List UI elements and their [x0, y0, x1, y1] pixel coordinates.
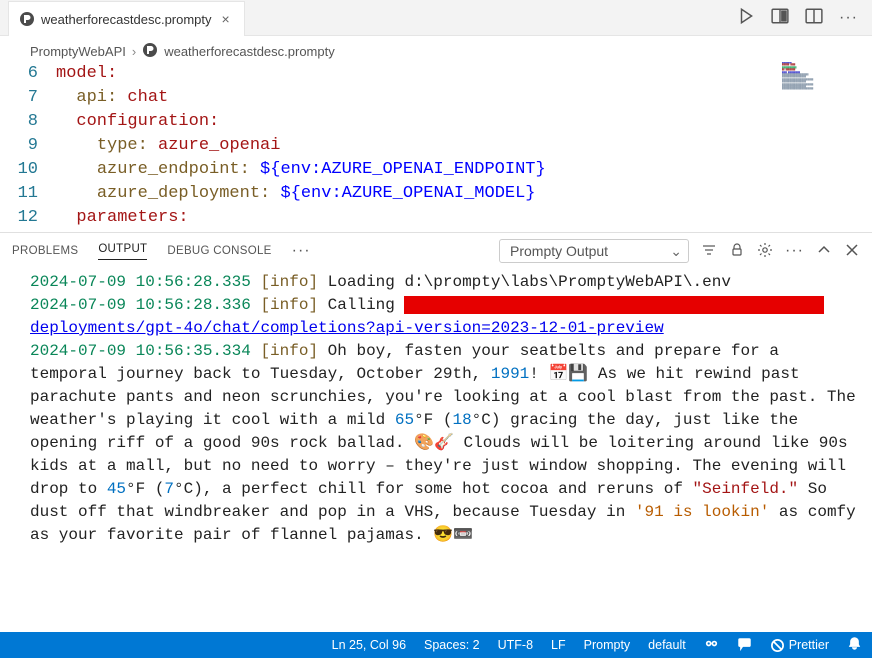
indent-status[interactable]: Spaces: 2 [424, 638, 480, 652]
output-content[interactable]: 2024-07-09 10:56:28.335 [info] Loading d… [0, 269, 872, 555]
editor-tabbar: weatherforecastdesc.prompty × ··· [0, 0, 872, 36]
filter-icon[interactable] [701, 242, 717, 261]
split-right-icon[interactable] [771, 7, 789, 28]
prettier-status[interactable]: Prettier [770, 638, 829, 653]
line-number: 8 [8, 110, 56, 134]
layout-icon[interactable] [805, 7, 823, 28]
more-icon[interactable]: ··· [839, 9, 858, 27]
tab-debug-console[interactable]: DEBUG CONSOLE [167, 245, 271, 257]
bell-icon[interactable] [847, 636, 862, 654]
breadcrumb-file[interactable]: weatherforecastdesc.prompty [164, 44, 335, 59]
redacted-url [404, 296, 824, 314]
tab-output[interactable]: OUTPUT [98, 243, 147, 260]
file-tab[interactable]: weatherforecastdesc.prompty × [8, 1, 245, 36]
line-number: 12 [8, 206, 56, 230]
editor-actions: ··· [737, 7, 872, 28]
close-icon[interactable]: × [218, 11, 234, 27]
breadcrumb-root[interactable]: PromptyWebAPI [30, 44, 126, 59]
cursor-position[interactable]: Ln 25, Col 96 [332, 638, 406, 652]
output-link[interactable]: deployments/gpt-4o/chat/completions?api-… [30, 319, 664, 337]
tab-problems[interactable]: PROBLEMS [12, 245, 78, 257]
status-bar: Ln 25, Col 96 Spaces: 2 UTF-8 LF Prompty… [0, 632, 872, 658]
chevron-up-icon[interactable] [816, 242, 832, 261]
prompty-file-icon [142, 42, 158, 61]
line-number: 10 [8, 158, 56, 182]
lock-icon[interactable] [729, 242, 745, 261]
eol-status[interactable]: LF [551, 638, 566, 652]
encoding-status[interactable]: UTF-8 [498, 638, 533, 652]
more-icon[interactable]: ··· [292, 242, 311, 260]
run-icon[interactable] [737, 7, 755, 28]
feedback-icon[interactable] [737, 636, 752, 654]
line-number: 9 [8, 134, 56, 158]
code-editor[interactable]: ██████████████ ██████████████████ ██████… [0, 62, 872, 232]
line-number: 7 [8, 86, 56, 110]
breadcrumb[interactable]: PromptyWebAPI › weatherforecastdesc.prom… [0, 36, 872, 62]
prompty-file-icon [19, 11, 35, 27]
line-number: 6 [8, 62, 56, 86]
close-icon[interactable] [844, 242, 860, 261]
output-channel-select[interactable]: Prompty Output [499, 239, 689, 263]
more-icon[interactable]: ··· [785, 242, 804, 260]
file-tab-label: weatherforecastdesc.prompty [41, 12, 212, 27]
profile-status[interactable]: default [648, 638, 686, 652]
chevron-right-icon: › [132, 44, 136, 59]
language-status[interactable]: Prompty [584, 638, 631, 652]
panel-tabs: PROBLEMS OUTPUT DEBUG CONSOLE ··· Prompt… [0, 233, 872, 269]
gear-icon[interactable] [757, 242, 773, 261]
bottom-panel: PROBLEMS OUTPUT DEBUG CONSOLE ··· Prompt… [0, 232, 872, 632]
line-number: 11 [8, 182, 56, 206]
copilot-icon[interactable] [704, 636, 719, 654]
minimap[interactable]: ██████████████ ██████████████████ ██████… [778, 62, 864, 178]
